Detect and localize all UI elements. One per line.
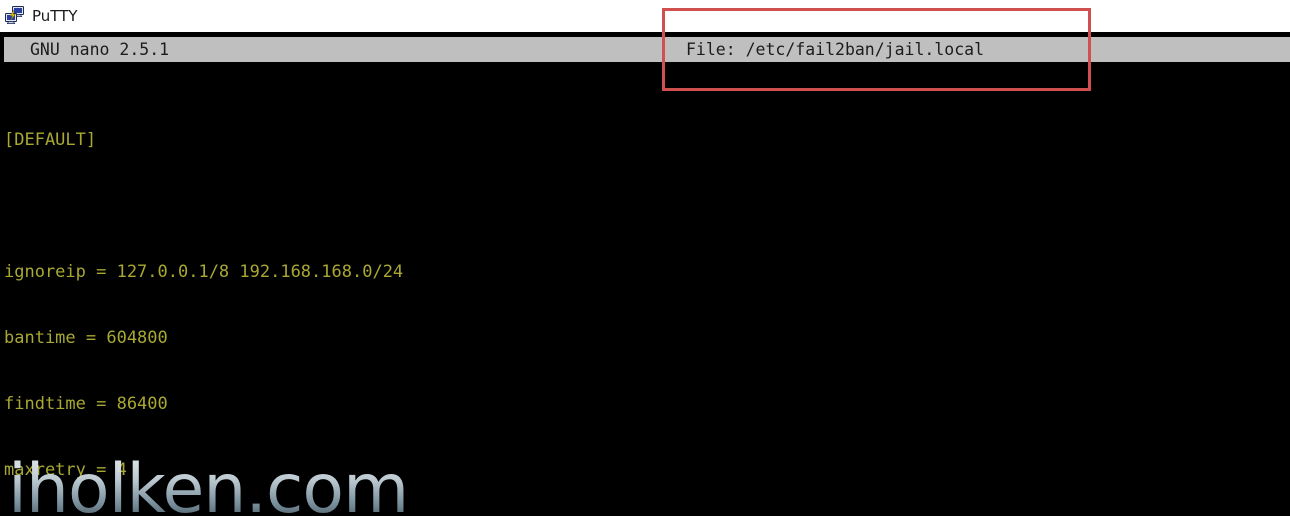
text-line: findtime = 86400: [4, 394, 168, 414]
putty-window: PuTTY GNU nano 2.5.1 File: /etc/fail2ban…: [0, 0, 1290, 516]
window-title: PuTTY: [32, 6, 78, 25]
site-watermark: iholken.com: [8, 456, 409, 516]
text-line: [DEFAULT]: [4, 130, 97, 150]
text-line-blank: [4, 195, 1290, 217]
window-titlebar: PuTTY: [0, 0, 1290, 32]
putty-icon: [4, 5, 26, 27]
nano-header-bar: GNU nano 2.5.1 File: /etc/fail2ban/jail.…: [4, 37, 1290, 62]
text-line: bantime = 604800: [4, 328, 168, 348]
nano-version-label: GNU nano 2.5.1: [30, 40, 170, 59]
terminal-screen[interactable]: GNU nano 2.5.1 File: /etc/fail2ban/jail.…: [0, 32, 1290, 516]
text-line: ignoreip = 127.0.0.1/8 192.168.168.0/24: [4, 262, 404, 282]
nano-filename-label: File: /etc/fail2ban/jail.local: [686, 40, 985, 59]
